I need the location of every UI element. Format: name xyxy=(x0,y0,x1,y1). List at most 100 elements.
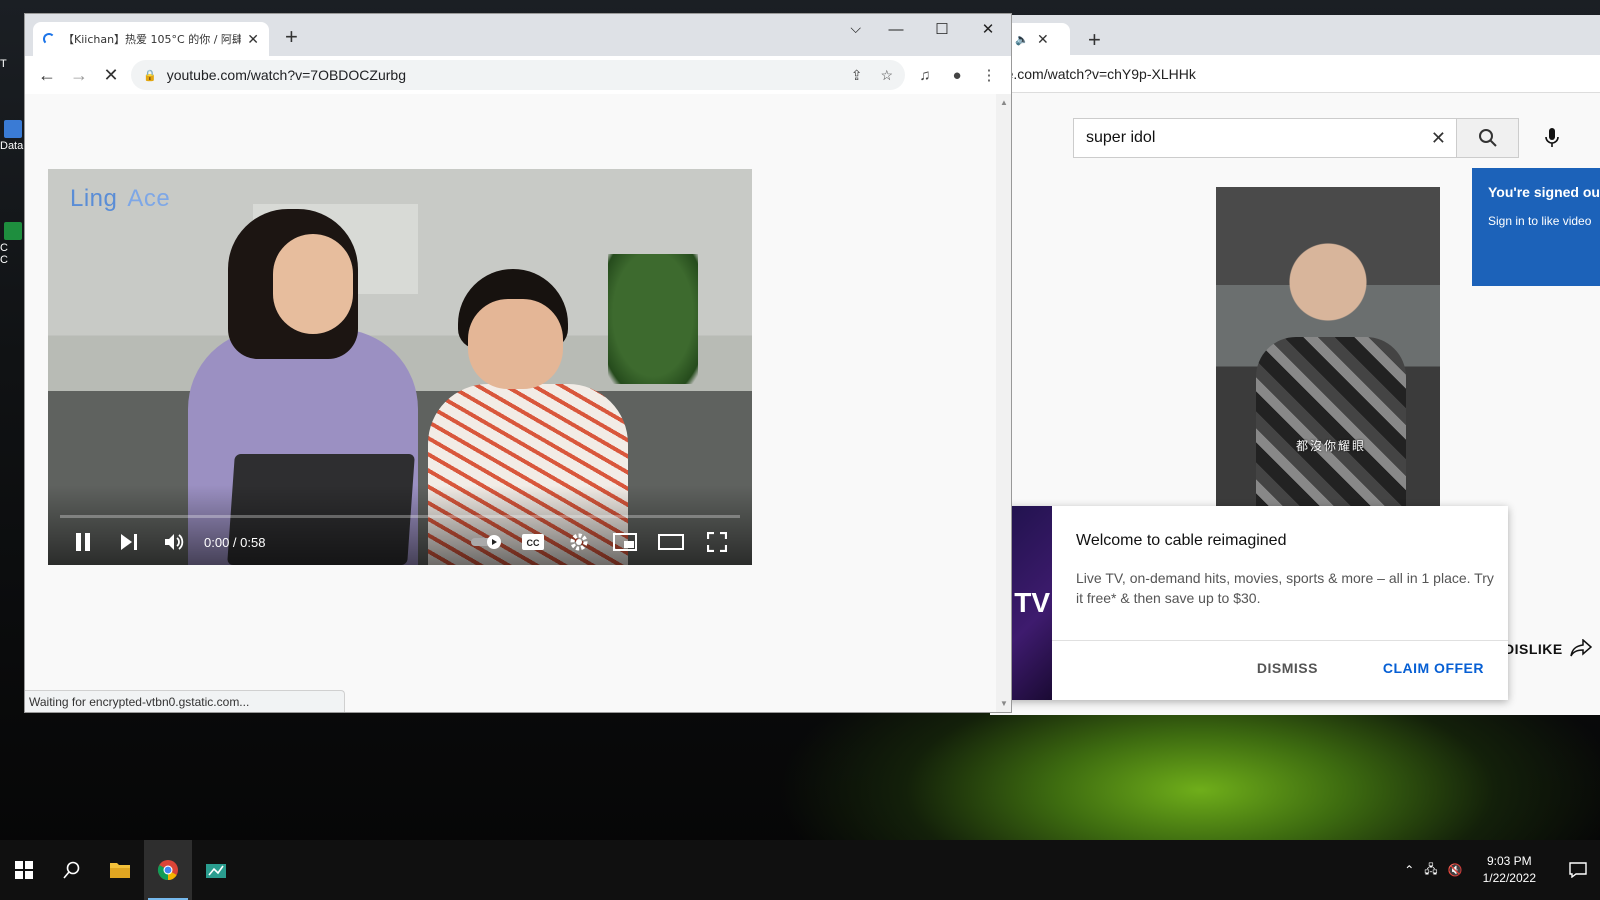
player-controls: 0:00 / 0:58 CC xyxy=(48,524,752,560)
theater-mode-button[interactable] xyxy=(648,524,694,560)
profile-icon[interactable]: ● xyxy=(941,59,973,91)
search-icon xyxy=(63,861,80,879)
window-controls: — ☐ ✕ xyxy=(873,14,1011,44)
chevron-up-icon[interactable]: ⌃ xyxy=(1404,863,1414,877)
voice-search-button[interactable] xyxy=(1535,121,1569,155)
search-input-value: super idol xyxy=(1086,129,1156,146)
claim-offer-button[interactable]: CLAIM OFFER xyxy=(1383,660,1484,676)
clock-time: 9:03 PM xyxy=(1486,854,1532,868)
loading-spinner-icon xyxy=(43,33,55,45)
cc-icon: CC xyxy=(522,534,544,550)
system-tray: ⌃ 🖧 🔇 9:03 PM 1/22/2022 xyxy=(1404,853,1600,887)
browser-window[interactable]: 【Kiichan】热爱 105°C 的你 / 阿肆 ✕ + ⌵ — ☐ ✕ ← … xyxy=(24,13,1012,713)
volume-button[interactable] xyxy=(152,524,198,560)
fullscreen-button[interactable] xyxy=(694,524,740,560)
fullscreen-icon xyxy=(707,532,727,552)
video-frame-figure xyxy=(273,234,353,334)
promo-title: Welcome to cable reimagined xyxy=(1076,532,1287,549)
clock-date: 1/22/2022 xyxy=(1482,871,1536,885)
browser-tab[interactable]: 【Kiichan】热爱 105°C 的你 / 阿肆 ✕ xyxy=(33,22,269,56)
forward-button[interactable]: → xyxy=(63,59,95,91)
signed-out-popup: You're signed ou Sign in to like video xyxy=(1472,168,1600,286)
pause-button[interactable] xyxy=(60,524,106,560)
subtitles-button[interactable]: CC xyxy=(510,524,556,560)
url-text: ube.com/watch?v=chY9p-XLHHk xyxy=(990,65,1196,82)
taskbar-search-button[interactable] xyxy=(48,840,96,900)
signed-out-body: Sign in to like video xyxy=(1488,214,1592,228)
video-subtitle: 都沒你耀眼 xyxy=(1296,439,1367,453)
network-icon[interactable]: 🖧 xyxy=(1424,860,1437,881)
clock[interactable]: 9:03 PM 1/22/2022 xyxy=(1473,853,1546,887)
tab-search-chevron-icon[interactable]: ⌵ xyxy=(850,20,861,37)
autoplay-icon xyxy=(471,535,501,549)
clear-search-icon[interactable]: ✕ xyxy=(1431,128,1446,149)
autoplay-toggle[interactable] xyxy=(464,524,510,560)
speaker-icon[interactable]: 🔈 xyxy=(1015,33,1029,46)
share-icon[interactable] xyxy=(1570,638,1593,662)
title-bar: 【Kiichan】热爱 105°C 的你 / 阿肆 ✕ + ⌵ — ☐ ✕ xyxy=(25,14,1011,56)
settings-button[interactable] xyxy=(556,524,602,560)
dismiss-button[interactable]: DISMISS xyxy=(1257,660,1318,676)
search-button[interactable] xyxy=(1457,118,1519,158)
close-tab-icon[interactable]: ✕ xyxy=(1037,31,1049,48)
desktop-icon[interactable]: T xyxy=(0,58,24,70)
video-frame-detail xyxy=(608,254,698,384)
notification-center-icon[interactable] xyxy=(1556,862,1600,878)
volume-muted-icon[interactable]: 🔇 xyxy=(1448,863,1463,877)
desktop-icon[interactable]: CC xyxy=(0,222,24,266)
stop-loading-button[interactable]: ✕ xyxy=(95,59,127,91)
video-player[interactable]: Ling Ace 0:00 / 0:58 CC xyxy=(48,169,752,565)
dislike-button[interactable]: DISLIKE xyxy=(1504,641,1563,657)
start-button[interactable] xyxy=(0,840,48,900)
promo-description: Live TV, on-demand hits, movies, sports … xyxy=(1076,570,1494,606)
new-tab-button[interactable]: + xyxy=(1088,27,1101,53)
app-taskbar-button[interactable] xyxy=(192,840,240,900)
pause-icon xyxy=(76,533,90,551)
time-display: 0:00 / 0:58 xyxy=(204,534,266,550)
address-bar[interactable]: ube.com/watch?v=chY9p-XLHHk xyxy=(990,55,1600,93)
windows-logo-icon xyxy=(15,861,33,879)
signed-out-title: You're signed ou xyxy=(1488,184,1600,200)
next-button[interactable] xyxy=(106,524,152,560)
scroll-up-icon[interactable]: ▲ xyxy=(1000,98,1008,107)
file-explorer-button[interactable] xyxy=(96,840,144,900)
share-icon[interactable]: ⇪ xyxy=(851,67,863,84)
minimize-button[interactable]: — xyxy=(873,14,919,44)
microphone-icon xyxy=(1545,128,1559,147)
seek-bar[interactable] xyxy=(60,515,740,518)
volume-icon xyxy=(165,534,184,550)
tab-title: 【Kiichan】热爱 105°C 的你 / 阿肆 xyxy=(63,33,242,46)
theater-icon xyxy=(658,534,684,550)
miniplayer-icon xyxy=(613,533,637,551)
video-watermark-logo: Ling Ace xyxy=(70,185,171,212)
desktop-icon[interactable]: Data xyxy=(0,120,24,152)
bookmark-star-icon[interactable]: ☆ xyxy=(880,67,893,84)
next-icon xyxy=(121,534,137,550)
vertical-scrollbar[interactable]: ▲ ▼ xyxy=(996,94,1011,712)
address-bar[interactable]: 🔒 youtube.com/watch?v=7OBDOCZurbg ⇪ ☆ xyxy=(131,60,905,90)
browser-toolbar: ← → ✕ 🔒 youtube.com/watch?v=7OBDOCZurbg … xyxy=(25,56,1011,94)
new-tab-button[interactable]: + xyxy=(285,24,298,50)
close-window-button[interactable]: ✕ xyxy=(965,14,1011,44)
search-icon xyxy=(1478,129,1497,147)
tab-strip: but 🔈 ✕ + xyxy=(990,15,1600,55)
chrome-icon xyxy=(157,860,178,881)
video-thumbnail-figure xyxy=(1256,337,1406,513)
page-content: Ling Ace 0:00 / 0:58 CC ▲ ▼ Waiting for … xyxy=(25,94,1011,712)
menu-kebab-icon[interactable]: ⋮ xyxy=(973,59,1005,91)
video-thumbnail[interactable]: 都沒你耀眼 xyxy=(1216,187,1440,513)
miniplayer-button[interactable] xyxy=(602,524,648,560)
scroll-down-icon[interactable]: ▼ xyxy=(1000,699,1008,708)
app-icon xyxy=(4,120,22,138)
media-control-icon[interactable]: ♫ xyxy=(909,59,941,91)
chrome-taskbar-button[interactable] xyxy=(144,840,192,900)
divider xyxy=(1052,640,1508,641)
close-tab-icon[interactable]: ✕ xyxy=(247,31,259,48)
gear-icon xyxy=(570,533,588,551)
lock-icon[interactable]: 🔒 xyxy=(143,69,157,82)
status-bubble: Waiting for encrypted-vtbn0.gstatic.com.… xyxy=(25,690,345,712)
search-input[interactable]: super idol ✕ xyxy=(1073,118,1457,158)
back-button[interactable]: ← xyxy=(31,59,63,91)
maximize-button[interactable]: ☐ xyxy=(919,14,965,44)
app-icon xyxy=(4,222,22,240)
